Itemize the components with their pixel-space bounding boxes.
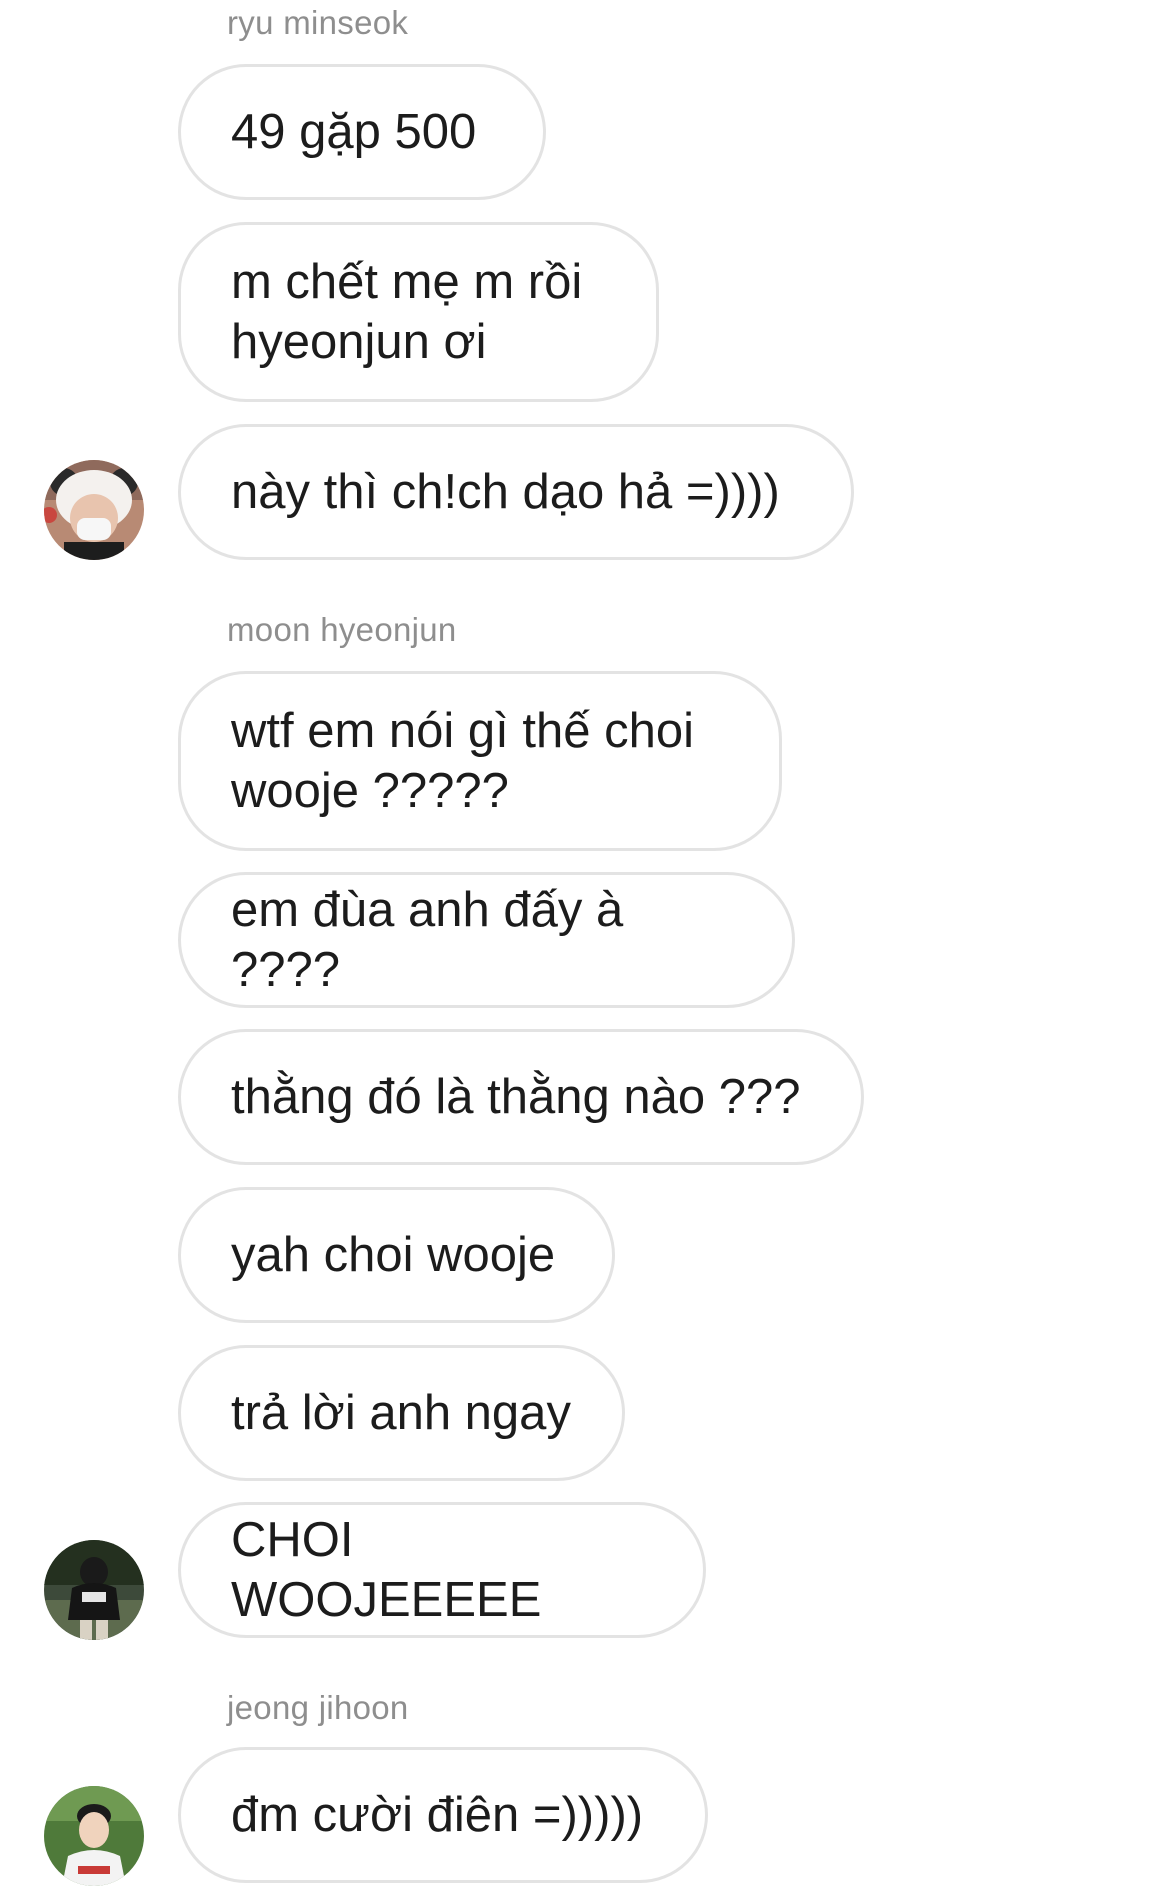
user-avatar[interactable] — [44, 1786, 144, 1886]
message-bubble[interactable]: đm cười điên =))))) — [178, 1747, 708, 1883]
message-bubble[interactable]: wtf em nói gì thế choi wooje ????? — [178, 671, 782, 851]
message-bubble[interactable]: em đùa anh đấy à ???? — [178, 872, 795, 1008]
message-bubble[interactable]: 49 gặp 500 — [178, 64, 546, 200]
user-avatar[interactable] — [44, 460, 144, 560]
message-text: 49 gặp 500 — [231, 105, 477, 159]
avatar-panda-hat-icon — [44, 460, 144, 560]
message-bubble[interactable]: m chết mẹ m rồi hyeonjun ơi — [178, 222, 659, 402]
message-text: CHOI WOOJEEEEE — [231, 1513, 542, 1627]
message-text: trả lời anh ngay — [231, 1386, 571, 1440]
avatar-green-background-icon — [44, 1786, 144, 1886]
message-bubble[interactable]: này thì ch!ch dạo hả =)))) — [178, 424, 854, 560]
user-avatar[interactable] — [44, 1540, 144, 1640]
message-text: thằng đó là thằng nào ??? — [231, 1070, 801, 1124]
sender-name: ryu minseok — [227, 4, 409, 41]
message-bubble[interactable]: CHOI WOOJEEEEE — [178, 1502, 706, 1638]
message-text: m chết mẹ m rồi hyeonjun ơi — [231, 255, 583, 369]
message-text: yah choi wooje — [231, 1228, 556, 1282]
message-bubble[interactable]: thằng đó là thằng nào ??? — [178, 1029, 864, 1165]
avatar-dark-hoodie-icon — [44, 1540, 144, 1640]
message-text: này thì ch!ch dạo hả =)))) — [231, 465, 780, 519]
sender-name: jeong jihoon — [227, 1689, 409, 1726]
message-bubble[interactable]: trả lời anh ngay — [178, 1345, 625, 1481]
message-text: wtf em nói gì thế choi wooje ????? — [231, 704, 695, 818]
sender-name: moon hyeonjun — [227, 611, 457, 648]
message-bubble[interactable]: yah choi wooje — [178, 1187, 615, 1323]
message-text: em đùa anh đấy à ???? — [231, 883, 624, 997]
message-text: đm cười điên =))))) — [231, 1788, 644, 1842]
